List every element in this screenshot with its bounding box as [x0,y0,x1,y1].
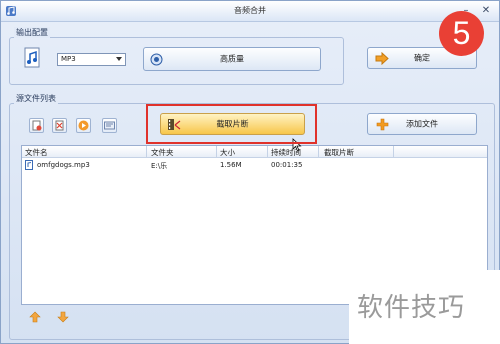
column-header-size[interactable]: 大小 [220,147,235,158]
properties-button[interactable] [102,118,117,133]
watermark: 软件技巧 [349,270,500,344]
source-list-label: 源文件列表 [14,93,58,104]
remove-icon [32,120,42,131]
step-badge: 5 [439,11,484,56]
cell-size: 1.56M [220,161,242,169]
properties-icon [104,121,115,130]
play-button[interactable] [76,118,91,133]
window-title: 音频合并 [234,6,266,15]
format-select[interactable]: MP3 [57,53,126,66]
play-icon [78,120,89,131]
format-select-value: MP3 [61,55,76,63]
clear-list-button[interactable] [52,118,67,133]
column-header-folder[interactable]: 文件夹 [151,147,174,158]
column-divider[interactable] [393,146,394,157]
column-header-filename[interactable]: 文件名 [25,147,48,158]
column-divider[interactable] [318,146,319,157]
output-config-label: 输出配置 [14,27,50,38]
column-divider[interactable] [267,146,268,157]
table-header: 文件名 文件夹 大小 持续时间 截取片断 [22,146,487,158]
remove-file-button[interactable] [29,118,44,133]
cell-duration: 00:01:35 [271,161,303,169]
move-down-icon[interactable] [57,311,69,323]
clip-button-highlight [146,104,317,144]
audio-file-icon [24,47,40,68]
move-up-icon[interactable] [29,311,41,323]
column-divider[interactable] [146,146,147,157]
table-row[interactable]: omfgdogs.mp3 E:\乐 1.56M 00:01:35 [22,160,487,171]
watermark-text: 软件技巧 [357,293,466,323]
close-button[interactable]: ✕ [479,4,493,17]
title-bar: 音频合并 – ✕ [1,1,499,22]
audio-file-row-icon [25,160,33,170]
add-file-button-label: 添加文件 [406,119,438,129]
chevron-down-icon [116,57,122,61]
cell-filename: omfgdogs.mp3 [37,161,90,169]
quality-button-label: 高质量 [220,54,244,64]
add-file-button[interactable]: 添加文件 [367,113,477,135]
clear-icon [55,120,64,131]
cell-folder: E:\乐 [151,162,168,170]
quality-button[interactable]: 高质量 [143,47,321,71]
column-divider[interactable] [216,146,217,157]
column-header-clip[interactable]: 截取片断 [324,147,354,158]
